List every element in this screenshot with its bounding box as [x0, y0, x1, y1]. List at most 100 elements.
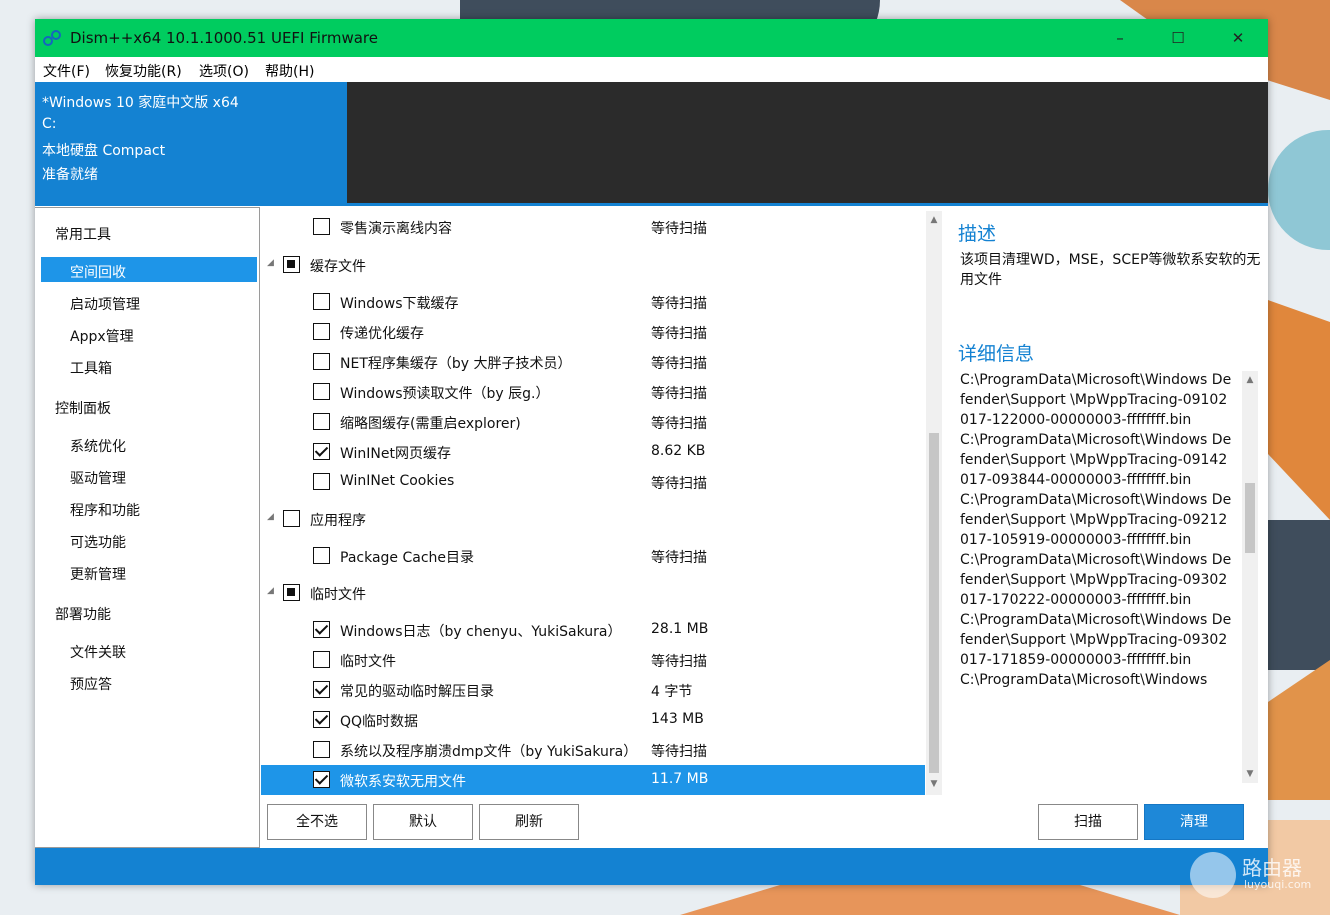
- sidebar-item-optimize[interactable]: 系统优化: [70, 436, 126, 456]
- checkbox[interactable]: [313, 383, 330, 400]
- group-row[interactable]: ◢ 应用程序: [261, 504, 925, 534]
- scroll-down-arrow-icon[interactable]: ▼: [1242, 769, 1258, 779]
- expand-triangle-icon[interactable]: ◢: [267, 258, 274, 268]
- list-item[interactable]: 传递优化缓存 等待扫描: [261, 317, 925, 347]
- header-divider: [35, 203, 1268, 206]
- sidebar-item-programs[interactable]: 程序和功能: [70, 500, 140, 520]
- refresh-button[interactable]: 刷新: [479, 804, 579, 840]
- drive-letter: C:: [42, 116, 57, 132]
- maximize-button[interactable]: ☐: [1149, 19, 1207, 57]
- close-button[interactable]: ✕: [1209, 19, 1267, 57]
- checkbox[interactable]: [313, 771, 330, 788]
- sidebar-item-file-assoc[interactable]: 文件关联: [70, 642, 126, 662]
- item-status: 等待扫描: [651, 744, 707, 760]
- status-text: 准备就绪: [42, 167, 98, 183]
- sidebar-item-updates[interactable]: 更新管理: [70, 564, 126, 584]
- system-info-card[interactable]: *Windows 10 家庭中文版 x64 C: 本地硬盘 Compact 准备…: [35, 82, 347, 206]
- sidebar-group-common-tools: 常用工具: [55, 227, 111, 243]
- menu-help[interactable]: 帮助(H): [265, 61, 314, 81]
- sidebar-item-drivers[interactable]: 驱动管理: [70, 468, 126, 488]
- sidebar-item-features[interactable]: 可选功能: [70, 532, 126, 552]
- item-status: 4 字节: [651, 684, 693, 700]
- item-status: 等待扫描: [651, 476, 707, 492]
- wallpaper-shape: [1268, 520, 1330, 670]
- list-item[interactable]: NET程序集缓存（by 大胖子技术员） 等待扫描: [261, 347, 925, 377]
- checkbox[interactable]: [313, 353, 330, 370]
- item-status: 143 MB: [651, 711, 704, 727]
- default-button[interactable]: 默认: [373, 804, 473, 840]
- checkbox[interactable]: [313, 681, 330, 698]
- header-panel: *Windows 10 家庭中文版 x64 C: 本地硬盘 Compact 准备…: [35, 82, 1268, 206]
- detail-path: C:\ProgramData\Microsoft\Windows Defende…: [960, 552, 1232, 608]
- sidebar-item-startup[interactable]: 启动项管理: [70, 294, 140, 314]
- scroll-up-arrow-icon[interactable]: ▲: [926, 215, 942, 225]
- list-item[interactable]: WinINet网页缓存 8.62 KB: [261, 437, 925, 467]
- menu-restore[interactable]: 恢复功能(R): [105, 61, 182, 81]
- item-label: 缩略图缓存(需重启explorer): [340, 416, 521, 432]
- scan-button[interactable]: 扫描: [1038, 804, 1138, 840]
- item-status: 等待扫描: [651, 416, 707, 432]
- checkbox[interactable]: [313, 473, 330, 490]
- title-bar[interactable]: Dism++x64 10.1.1000.51 UEFI Firmware – ☐…: [35, 19, 1268, 57]
- checkbox[interactable]: [313, 443, 330, 460]
- details-scroll-thumb[interactable]: [1245, 483, 1255, 553]
- expand-triangle-icon[interactable]: ◢: [267, 512, 274, 522]
- list-scrollbar[interactable]: ▲ ▼: [926, 211, 942, 795]
- sidebar-item-answer-file[interactable]: 预应答: [70, 674, 112, 694]
- item-label: 零售演示离线内容: [340, 221, 452, 237]
- checkbox[interactable]: [283, 256, 300, 273]
- checkbox[interactable]: [313, 741, 330, 758]
- list-item[interactable]: 系统以及程序崩溃dmp文件（by YukiSakura） 等待扫描: [261, 735, 925, 765]
- description-title: 描述: [958, 223, 997, 245]
- sidebar-item-appx[interactable]: Appx管理: [70, 326, 134, 346]
- watermark-brand: 路由器: [1242, 856, 1302, 880]
- group-row[interactable]: ◢ 缓存文件: [261, 250, 925, 280]
- checkbox[interactable]: [313, 651, 330, 668]
- checkbox[interactable]: [313, 547, 330, 564]
- list-item[interactable]: 常见的驱动临时解压目录 4 字节: [261, 675, 925, 705]
- checkbox[interactable]: [283, 510, 300, 527]
- checkbox[interactable]: [313, 218, 330, 235]
- checkbox[interactable]: [313, 711, 330, 728]
- checkbox[interactable]: [313, 621, 330, 638]
- group-row[interactable]: ◢ 临时文件: [261, 578, 925, 608]
- checkbox[interactable]: [283, 584, 300, 601]
- list-item[interactable]: 临时文件 等待扫描: [261, 645, 925, 675]
- item-label: QQ临时数据: [340, 714, 419, 730]
- menu-options[interactable]: 选项(O): [199, 61, 249, 81]
- description-text: 该项目清理WD，MSE，SCEP等微软系安软的无用文件: [960, 252, 1261, 288]
- checkbox[interactable]: [313, 413, 330, 430]
- list-item[interactable]: 零售演示离线内容 等待扫描: [261, 212, 925, 242]
- sidebar: 常用工具 空间回收 启动项管理 Appx管理 工具箱 控制面板 系统优化 驱动管…: [35, 207, 260, 848]
- list-item[interactable]: Windows日志（by chenyu、YukiSakura） 28.1 MB: [261, 615, 925, 645]
- checkbox[interactable]: [313, 323, 330, 340]
- list-item[interactable]: QQ临时数据 143 MB: [261, 705, 925, 735]
- deselect-all-button[interactable]: 全不选: [267, 804, 367, 840]
- item-label: 系统以及程序崩溃dmp文件（by YukiSakura）: [340, 744, 638, 760]
- list-item[interactable]: Windows预读取文件（by 辰g.） 等待扫描: [261, 377, 925, 407]
- sidebar-item-space-reclaim[interactable]: 空间回收: [70, 262, 126, 282]
- list-item[interactable]: Windows下载缓存 等待扫描: [261, 287, 925, 317]
- sidebar-item-toolbox[interactable]: 工具箱: [70, 358, 112, 378]
- menu-file[interactable]: 文件(F): [43, 61, 90, 81]
- item-status: 等待扫描: [651, 221, 707, 237]
- scroll-down-arrow-icon[interactable]: ▼: [926, 779, 942, 789]
- list-item[interactable]: WinINet Cookies 等待扫描: [261, 467, 925, 497]
- expand-triangle-icon[interactable]: ◢: [267, 586, 274, 596]
- item-status: 8.62 KB: [651, 443, 706, 459]
- clean-button[interactable]: 清理: [1144, 804, 1244, 840]
- wallpaper-shape: [1268, 130, 1330, 250]
- minimize-button[interactable]: –: [1091, 19, 1149, 57]
- detail-path: C:\ProgramData\Microsoft\Windows Defende…: [960, 612, 1232, 668]
- scroll-up-arrow-icon[interactable]: ▲: [1242, 375, 1258, 385]
- list-item[interactable]: Package Cache目录 等待扫描: [261, 541, 925, 571]
- details-scrollbar[interactable]: ▲ ▼: [1242, 371, 1258, 783]
- list-item[interactable]: 微软系安软无用文件 11.7 MB: [261, 765, 925, 795]
- item-status: 11.7 MB: [651, 771, 709, 787]
- list-scroll-thumb[interactable]: [929, 433, 939, 773]
- checkbox[interactable]: [313, 293, 330, 310]
- app-logo-icon: [43, 30, 61, 46]
- item-status: 等待扫描: [651, 654, 707, 670]
- list-item[interactable]: 缩略图缓存(需重启explorer) 等待扫描: [261, 407, 925, 437]
- detail-path: C:\ProgramData\Microsoft\Windows Defende…: [960, 492, 1232, 548]
